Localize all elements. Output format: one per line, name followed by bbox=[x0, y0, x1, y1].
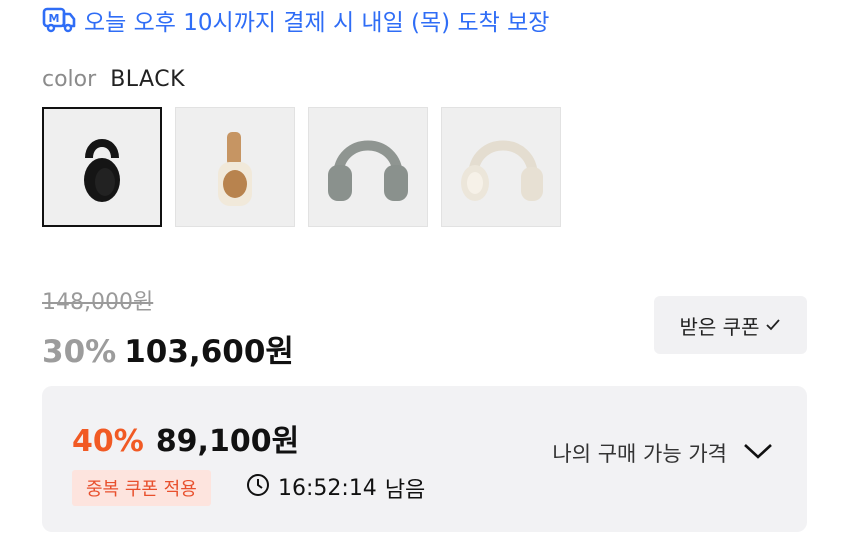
my-price-label: 나의 구매 가능 가격 bbox=[552, 442, 727, 466]
color-label: color bbox=[42, 67, 97, 92]
clock-icon bbox=[246, 473, 270, 503]
received-coupon-label: 받은 쿠폰 bbox=[679, 314, 760, 339]
delivery-truck-icon: M bbox=[42, 6, 76, 34]
color-swatches bbox=[42, 107, 561, 227]
earmuff-brown-image bbox=[218, 132, 252, 206]
earmuff-cream-image bbox=[461, 140, 543, 201]
earmuff-black-image bbox=[84, 139, 120, 202]
swatch-brown[interactable] bbox=[175, 107, 295, 227]
duplicate-coupon-badge: 중복 쿠폰 적용 bbox=[72, 470, 211, 506]
sale-price-row: 30% 103,600원 bbox=[42, 326, 294, 371]
delivery-text: 오늘 오후 10시까지 결제 시 내일 (목) 도착 보장 bbox=[84, 10, 550, 36]
timer-value: 16:52:14 bbox=[278, 475, 377, 501]
best-price-row: 40% 89,100원 bbox=[72, 416, 299, 460]
color-value: BLACK bbox=[110, 67, 185, 92]
sale-price: 103,600원 bbox=[124, 334, 294, 370]
checkmark-icon bbox=[765, 313, 781, 337]
color-option: color BLACK bbox=[42, 67, 185, 92]
best-discount-percent: 40% bbox=[72, 424, 144, 459]
delivery-guarantee: M 오늘 오후 10시까지 결제 시 내일 (목) 도착 보장 bbox=[42, 4, 549, 36]
best-price-panel: 40% 89,100원 중복 쿠폰 적용 16:52:14 남음 나의 구매 가… bbox=[42, 386, 807, 532]
swatch-black[interactable] bbox=[42, 107, 162, 227]
svg-text:M: M bbox=[49, 12, 60, 25]
swatch-cream[interactable] bbox=[441, 107, 561, 227]
countdown-timer: 16:52:14 남음 bbox=[246, 470, 425, 506]
my-available-price-toggle[interactable]: 나의 구매 가능 가격 bbox=[552, 438, 773, 468]
earmuff-gray-image bbox=[328, 140, 408, 201]
timer-suffix: 남음 bbox=[384, 478, 426, 503]
received-coupon-button[interactable]: 받은 쿠폰 bbox=[654, 296, 807, 354]
original-price: 148,000원 bbox=[42, 290, 154, 315]
discount-percent: 30% bbox=[42, 334, 117, 370]
chevron-down-icon bbox=[743, 441, 773, 465]
swatch-gray[interactable] bbox=[308, 107, 428, 227]
best-price: 89,100원 bbox=[155, 424, 300, 459]
